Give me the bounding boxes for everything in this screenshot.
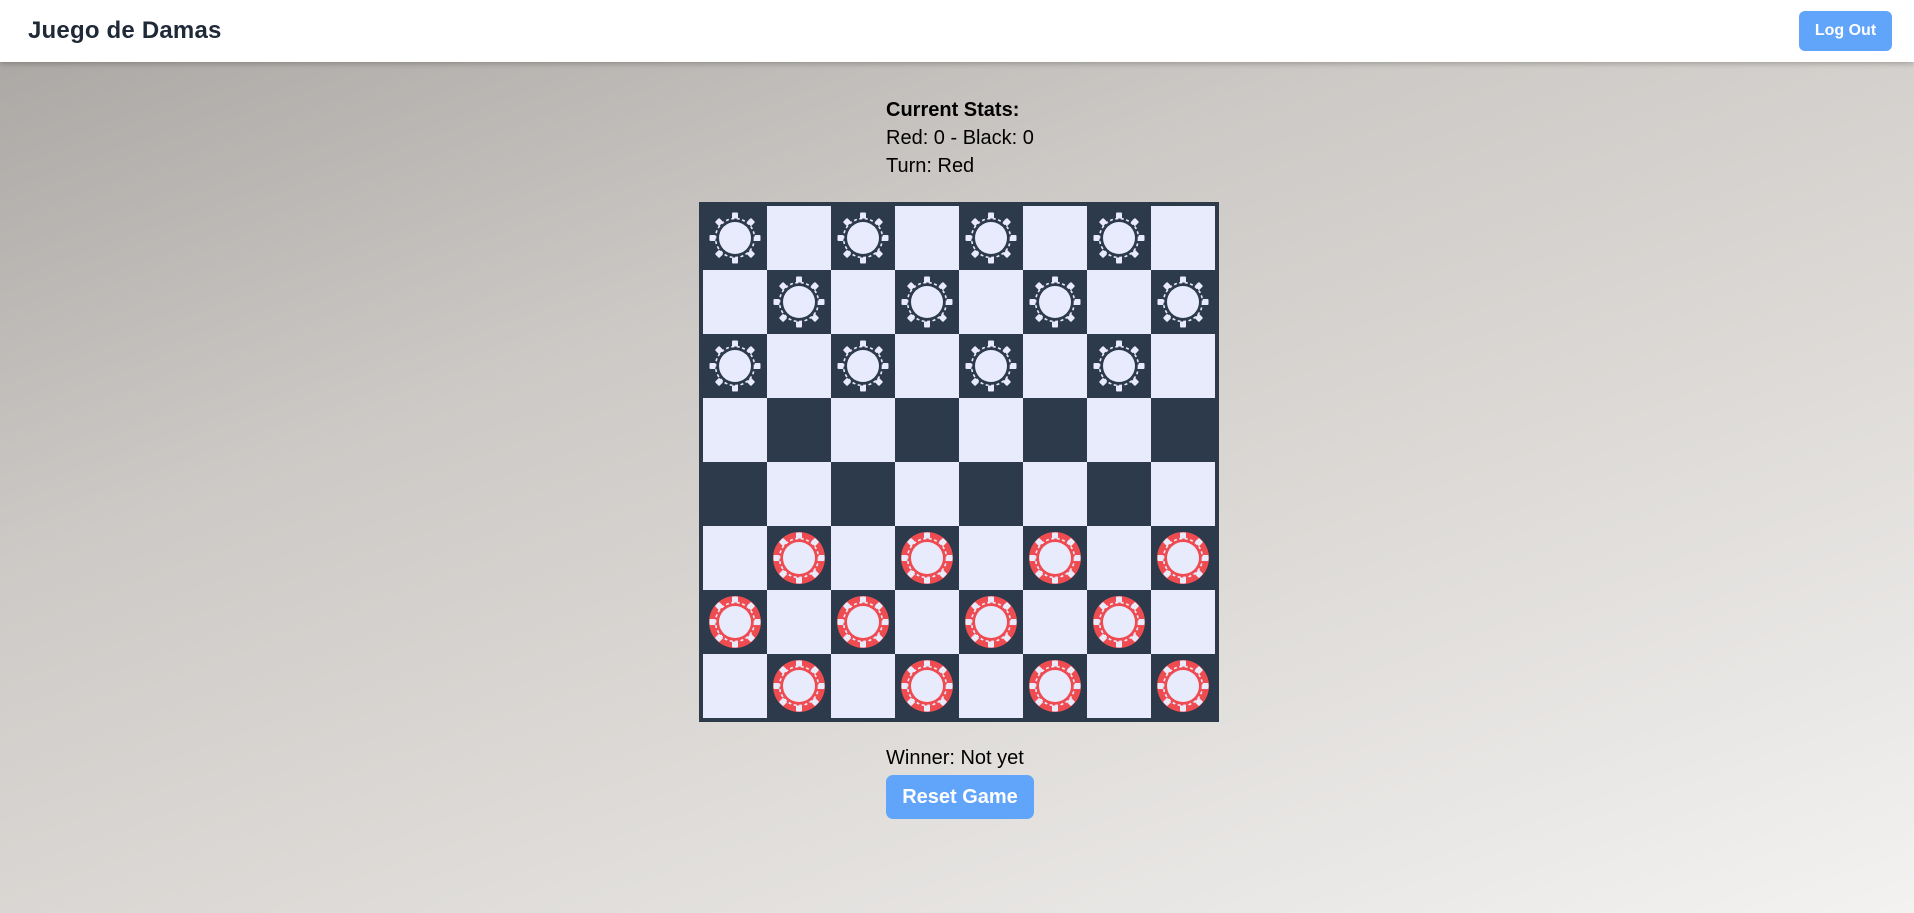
board-square[interactable] [895,526,959,590]
board-square[interactable] [831,334,895,398]
red-piece-icon[interactable] [964,595,1018,649]
board-square[interactable] [1087,206,1151,270]
red-piece-icon[interactable] [1028,659,1082,713]
board-square[interactable] [895,462,959,526]
board-square[interactable] [959,462,1023,526]
board-square[interactable] [895,270,959,334]
winner-text: Winner: Not yet [886,747,1024,769]
board-square[interactable] [767,206,831,270]
board-square[interactable] [767,462,831,526]
board-square[interactable] [831,206,895,270]
board-square[interactable] [959,654,1023,718]
red-piece-icon[interactable] [772,659,826,713]
board-square[interactable] [703,270,767,334]
black-piece-icon[interactable] [964,339,1018,393]
board-square[interactable] [1023,334,1087,398]
board-square[interactable] [767,654,831,718]
board-square[interactable] [959,334,1023,398]
board-square[interactable] [767,334,831,398]
board-square[interactable] [703,590,767,654]
black-piece-icon[interactable] [900,275,954,329]
board-square[interactable] [1151,206,1215,270]
board-square[interactable] [1023,206,1087,270]
board-square[interactable] [1151,270,1215,334]
turn-text: Turn: Red [886,155,975,177]
stats-panel: Current Stats: Red: 0 - Black: 0 Turn: R… [886,96,1034,180]
black-piece-icon[interactable] [836,339,890,393]
board-square[interactable] [1151,462,1215,526]
board-square[interactable] [703,526,767,590]
board-square[interactable] [1023,654,1087,718]
logout-button[interactable]: Log Out [1799,11,1892,51]
black-piece-icon[interactable] [836,211,890,265]
board-square[interactable] [1151,590,1215,654]
red-piece-icon[interactable] [900,659,954,713]
board-square[interactable] [703,398,767,462]
black-piece-icon[interactable] [1092,211,1146,265]
board-square[interactable] [703,654,767,718]
board-square[interactable] [1023,590,1087,654]
board-grid [703,206,1215,718]
red-piece-icon[interactable] [1092,595,1146,649]
board-square[interactable] [767,526,831,590]
board-square[interactable] [1151,398,1215,462]
board-square[interactable] [1087,334,1151,398]
black-piece-icon[interactable] [772,275,826,329]
black-piece-icon[interactable] [1156,275,1210,329]
reset-game-button[interactable]: Reset Game [886,775,1034,819]
red-piece-icon[interactable] [1028,531,1082,585]
board-square[interactable] [895,398,959,462]
board-square[interactable] [831,654,895,718]
board-square[interactable] [959,206,1023,270]
board-square[interactable] [831,526,895,590]
board-square[interactable] [1023,270,1087,334]
black-piece-icon[interactable] [708,339,762,393]
board-square[interactable] [959,398,1023,462]
board-square[interactable] [1023,526,1087,590]
board-square[interactable] [831,590,895,654]
board-square[interactable] [1023,398,1087,462]
black-piece-icon[interactable] [708,211,762,265]
board-square[interactable] [703,334,767,398]
app-title: Juego de Damas [28,17,222,44]
board-square[interactable] [1087,526,1151,590]
red-piece-icon[interactable] [1156,531,1210,585]
board-square[interactable] [1087,590,1151,654]
board-square[interactable] [959,590,1023,654]
stats-heading: Current Stats: [886,99,1020,121]
board-square[interactable] [703,462,767,526]
board-square[interactable] [1087,462,1151,526]
board-square[interactable] [1023,462,1087,526]
red-piece-icon[interactable] [900,531,954,585]
board-square[interactable] [1151,526,1215,590]
board-square[interactable] [831,462,895,526]
board-square[interactable] [1151,654,1215,718]
board-square[interactable] [767,270,831,334]
board-square[interactable] [1151,334,1215,398]
red-piece-icon[interactable] [708,595,762,649]
board-square[interactable] [1087,270,1151,334]
black-piece-icon[interactable] [964,211,1018,265]
red-piece-icon[interactable] [836,595,890,649]
black-piece-icon[interactable] [1028,275,1082,329]
board-square[interactable] [1087,654,1151,718]
board-square[interactable] [831,270,895,334]
board-square[interactable] [1087,398,1151,462]
board-square[interactable] [959,270,1023,334]
board-square[interactable] [767,398,831,462]
checkers-board [699,202,1219,722]
board-square[interactable] [895,206,959,270]
score-text: Red: 0 - Black: 0 [886,127,1034,149]
app-header: Juego de Damas Log Out [0,0,1914,62]
board-square[interactable] [895,334,959,398]
black-piece-icon[interactable] [1092,339,1146,393]
board-square[interactable] [895,590,959,654]
board-square[interactable] [959,526,1023,590]
red-piece-icon[interactable] [1156,659,1210,713]
board-square[interactable] [831,398,895,462]
red-piece-icon[interactable] [772,531,826,585]
board-square[interactable] [703,206,767,270]
board-square[interactable] [895,654,959,718]
board-square[interactable] [767,590,831,654]
